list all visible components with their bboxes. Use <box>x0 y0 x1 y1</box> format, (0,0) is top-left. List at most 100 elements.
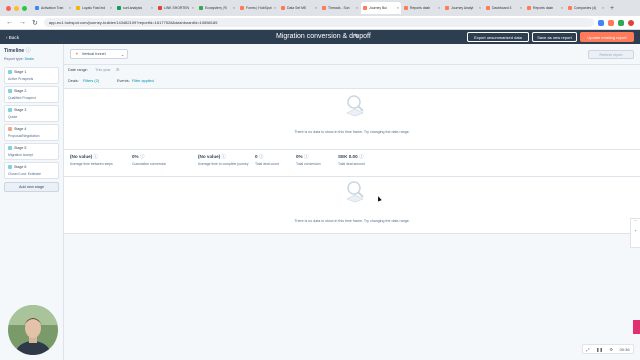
close-tab-icon[interactable]: × <box>192 6 194 10</box>
save-as-new-button[interactable]: Save as new report <box>532 32 577 42</box>
browser-tab[interactable]: Journey Analyt × <box>443 2 483 14</box>
browser-tab[interactable]: LINK SHORTEN × <box>156 2 196 14</box>
back-arrow-icon[interactable]: ← <box>6 19 13 26</box>
stage-detail: Quote <box>8 115 18 119</box>
expand-icon[interactable]: ⤢ <box>586 347 589 352</box>
close-tab-icon[interactable]: × <box>274 6 276 10</box>
date-range-select[interactable]: This year <box>95 68 111 72</box>
close-tab-icon[interactable]: × <box>315 6 317 10</box>
divider <box>64 64 640 65</box>
close-tab-icon[interactable]: × <box>520 6 522 10</box>
events-filter-label: Events: <box>117 79 130 83</box>
funnel-type-select[interactable]: ▼ Vertical funnel ⌄ <box>70 49 128 59</box>
stage-card[interactable]: Stage 5 Migration Accept <box>4 143 59 160</box>
stat-value: 0% ⓘ <box>132 154 145 159</box>
browser-tab[interactable]: surf-analysis × <box>115 2 155 14</box>
report-type-dropdown[interactable]: Deals <box>25 57 34 61</box>
extension-icon[interactable] <box>618 19 624 26</box>
close-tab-icon[interactable]: × <box>69 6 71 10</box>
side-panel-toggle[interactable]: ··· + <box>630 218 640 248</box>
events-filter-link[interactable]: Filter applied <box>132 79 154 83</box>
more-icon[interactable]: ··· <box>631 219 640 223</box>
browser-tab[interactable]: Threads - Sun × <box>320 2 360 14</box>
pause-icon[interactable]: ❚❚ <box>596 347 603 352</box>
stage-card[interactable]: Stage 4 Proposal/Negotiation <box>4 124 59 141</box>
browser-tab[interactable]: Reports dash × <box>402 2 442 14</box>
stage-header: Stage 1 <box>8 70 55 74</box>
close-tab-icon[interactable]: × <box>479 6 481 10</box>
refresh-report-button[interactable]: Refresh report <box>588 50 634 59</box>
info-icon[interactable]: ⓘ <box>259 154 264 159</box>
browser-tab[interactable]: Dashboard 3 × <box>484 2 524 14</box>
stage-card[interactable]: Stage 3 Quote <box>4 105 59 122</box>
tab-favicon-icon <box>199 6 203 10</box>
new-tab-button[interactable]: + <box>610 5 614 12</box>
close-tab-icon[interactable]: × <box>151 6 153 10</box>
plus-icon[interactable]: + <box>631 229 640 233</box>
forward-arrow-icon[interactable]: → <box>19 19 26 26</box>
browser-tab[interactable]: Forms | HubSpot × <box>238 2 278 14</box>
update-report-button[interactable]: Update existing report <box>580 32 634 42</box>
gear-icon[interactable]: ⚙ <box>609 347 613 352</box>
info-icon[interactable]: ⓘ <box>359 154 364 159</box>
stat-label: Average time between steps <box>70 162 113 166</box>
close-tab-icon[interactable]: × <box>438 6 440 10</box>
empty-state-icon <box>346 181 364 203</box>
maximize-window-button[interactable] <box>22 5 27 11</box>
stage-header: Stage 4 <box>8 127 55 131</box>
stage-card[interactable]: Stage 1 Active Prospects <box>4 67 59 84</box>
gear-icon[interactable]: ⚙ <box>116 67 119 72</box>
info-icon[interactable]: ⓘ <box>94 154 99 159</box>
browser-tab[interactable]: Ecosystem_RI × <box>197 2 237 14</box>
extension-icon[interactable] <box>598 19 604 26</box>
info-icon[interactable]: ⓘ <box>222 154 227 159</box>
reload-icon[interactable]: ↻ <box>32 19 38 27</box>
browser-tab[interactable]: Companies (4) × <box>566 2 606 14</box>
sidebar-title: Timeline ⓘ <box>4 48 31 54</box>
close-tab-icon[interactable]: × <box>356 6 358 10</box>
stat-item: 0% ⓘ Cumulative conversion <box>132 154 166 166</box>
minimize-window-button[interactable] <box>14 5 19 11</box>
tab-favicon-icon <box>76 6 80 10</box>
stage-name: Stage 1 <box>14 70 27 74</box>
stage-detail: Closed Lost: Estimate <box>8 172 41 176</box>
stage-card[interactable]: Stage 6 Closed Lost: Estimate <box>4 162 59 179</box>
close-window-button[interactable] <box>6 5 11 11</box>
report-type: Report type: Deals <box>4 57 34 61</box>
stat-item: 0% ⓘ Total conversion <box>296 154 321 166</box>
browser-tab[interactable]: Reports dash × <box>525 2 565 14</box>
info-icon[interactable]: ⓘ <box>140 154 145 159</box>
stage-color-swatch <box>8 70 12 74</box>
tab-favicon-icon <box>158 6 162 10</box>
add-stage-button[interactable]: Add new stage <box>4 182 59 192</box>
close-tab-icon[interactable]: × <box>602 6 604 10</box>
help-widget[interactable] <box>633 320 640 334</box>
tab-label: Reports dash <box>533 6 554 10</box>
info-icon[interactable]: ⓘ <box>304 154 309 159</box>
date-range-label: Date range: <box>68 68 88 72</box>
browser-tab[interactable]: Activation Tran × <box>33 2 73 14</box>
close-tab-icon[interactable]: × <box>397 6 399 10</box>
close-tab-icon[interactable]: × <box>233 6 235 10</box>
profile-avatar[interactable] <box>628 19 634 26</box>
pencil-icon[interactable]: ✎ <box>354 33 359 40</box>
browser-tab[interactable]: Loyalo Fast Ind × <box>74 2 114 14</box>
close-tab-icon[interactable]: × <box>561 6 563 10</box>
webcam-bubble[interactable] <box>8 305 58 355</box>
export-button[interactable]: Export unsummarized data <box>467 32 529 42</box>
browser-tab[interactable]: Data Set ME × <box>279 2 319 14</box>
info-icon[interactable]: ⓘ <box>26 48 31 54</box>
browser-tab[interactable]: Journey Bui × <box>361 2 401 14</box>
address-bar[interactable]: app-eu1.hubspot.com/journey-builder/1434… <box>43 18 594 27</box>
tab-favicon-icon <box>486 6 490 10</box>
deals-filter-link[interactable]: Filters (2) <box>83 79 99 83</box>
stage-color-swatch <box>8 165 12 169</box>
stage-card[interactable]: Stage 2 Qualified Prospect <box>4 86 59 103</box>
timer-label: 00:36 <box>619 346 630 352</box>
back-link[interactable]: ‹ Back <box>6 35 106 40</box>
empty-state-icon <box>346 95 364 117</box>
stage-header: Stage 5 <box>8 146 55 150</box>
close-tab-icon[interactable]: × <box>110 6 112 10</box>
extension-icon[interactable] <box>608 19 614 26</box>
stage-detail: Qualified Prospect <box>8 96 36 100</box>
